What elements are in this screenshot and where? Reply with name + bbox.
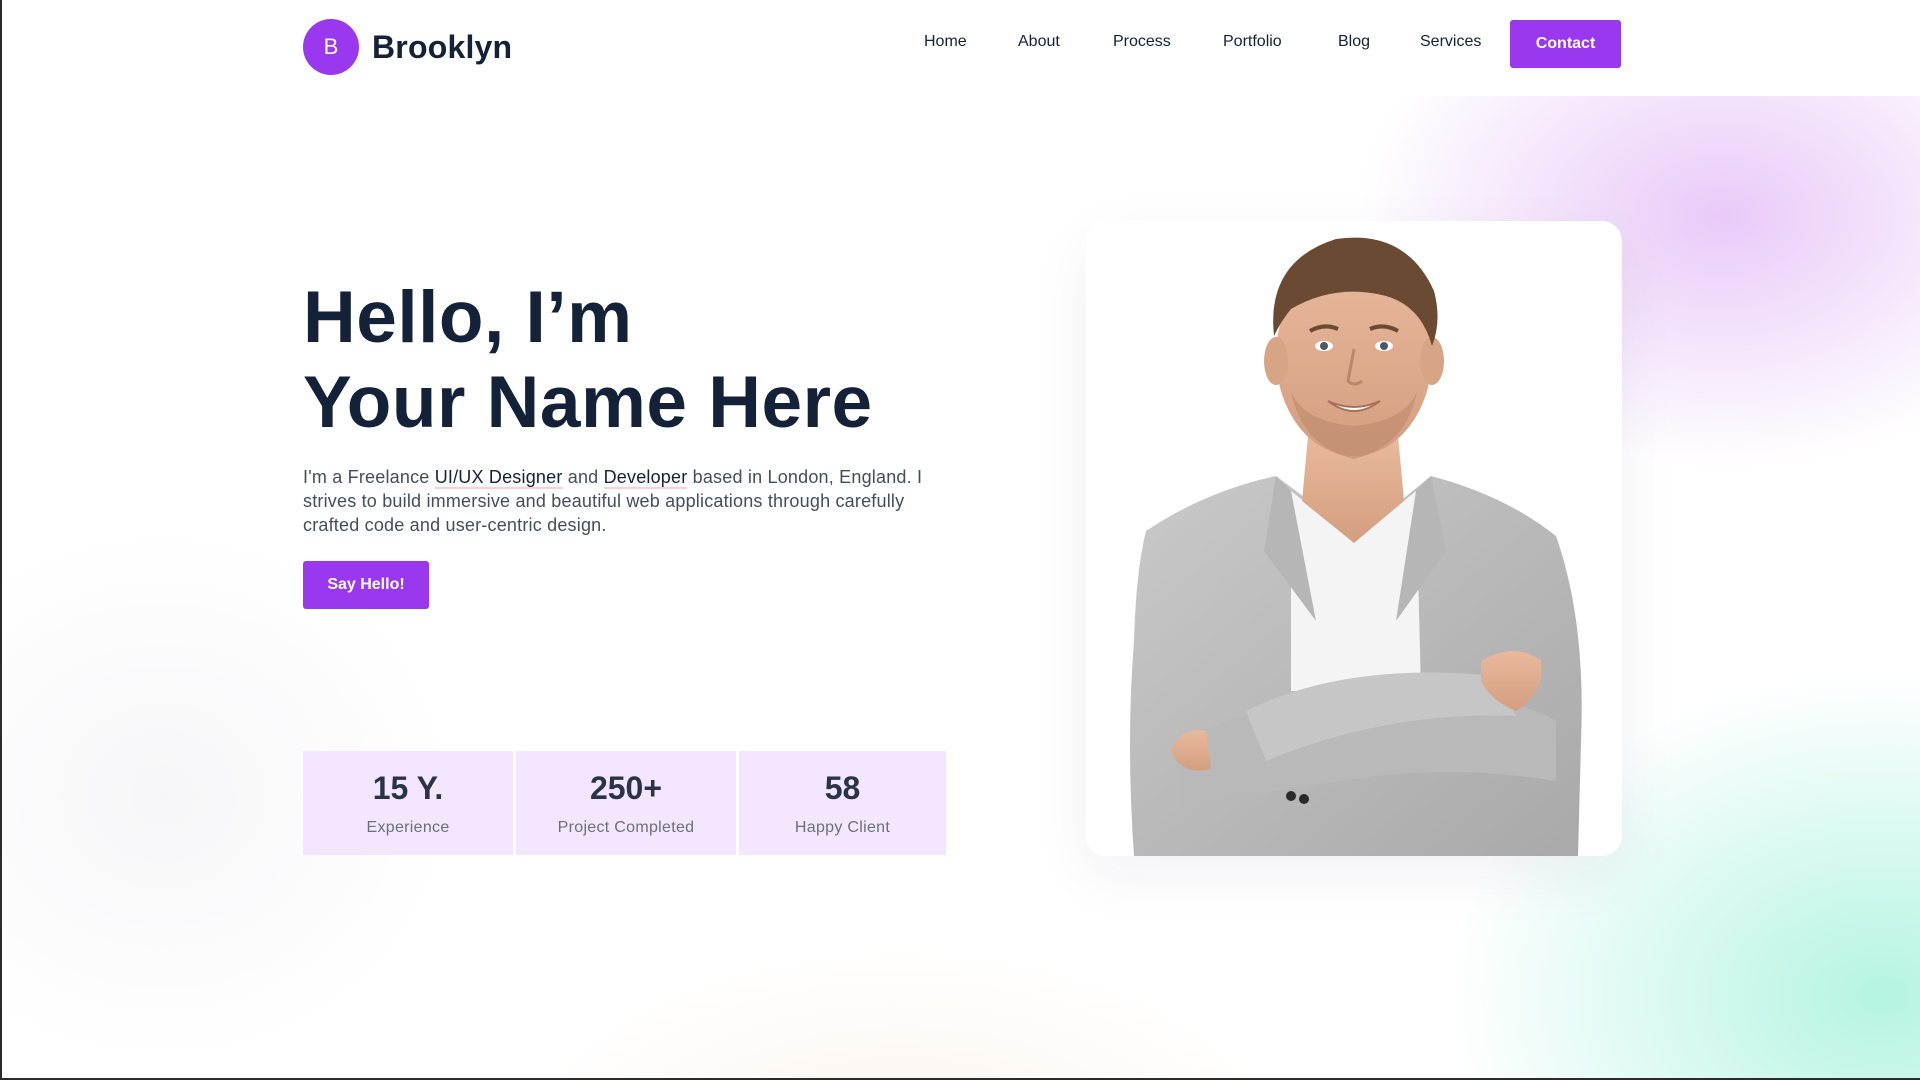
portrait-photo-icon [1130,237,1582,856]
stats-row: 15 Y. Experience 250+ Project Completed … [303,751,946,855]
profile-photo-card [1086,221,1622,856]
hero-title-line1: Hello, I’m [303,277,633,358]
page-frame: B Brooklyn Home About Process Portfolio … [0,0,1920,1080]
highlight-developer: Developer [603,467,688,489]
desc-text-1: I'm a Freelance [303,467,435,487]
hero-title: Hello, I’m Your Name Here [303,275,1003,445]
stat-label: Experience [366,818,450,836]
highlight-uiux-designer: UI/UX Designer [434,467,563,489]
stat-value: 58 [824,769,861,806]
stat-label: Project Completed [557,818,695,836]
hero-title-line2: Your Name Here [303,362,873,443]
hero-description: I'm a Freelance UI/UX Designer and Devel… [303,465,963,537]
nav-item-services[interactable]: Services [1420,33,1481,51]
nav-item-home[interactable]: Home [924,33,967,51]
desc-text-2: and [562,467,604,487]
site-header: B Brooklyn Home About Process Portfolio … [2,0,1920,96]
stat-value: 250+ [589,769,663,806]
say-hello-button[interactable]: Say Hello! [303,561,429,609]
nav-item-process[interactable]: Process [1113,33,1171,51]
nav-item-portfolio[interactable]: Portfolio [1223,33,1282,51]
hero-background [2,96,1920,1078]
stat-projects: 250+ Project Completed [516,751,736,855]
stat-experience: 15 Y. Experience [303,751,513,855]
contact-button[interactable]: Contact [1510,20,1621,68]
main-nav: Home About Process Portfolio Blog Servic… [2,20,1920,68]
stat-label: Happy Client [794,818,891,836]
stat-clients: 58 Happy Client [739,751,946,855]
nav-item-blog[interactable]: Blog [1338,33,1370,51]
stat-value: 15 Y. [372,769,444,806]
nav-item-about[interactable]: About [1018,33,1060,51]
